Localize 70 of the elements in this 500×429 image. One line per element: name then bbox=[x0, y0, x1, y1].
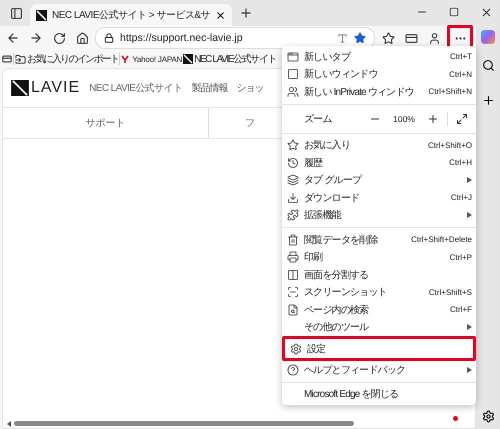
menu-item[interactable]: 新しいタブ Ctrl+T bbox=[282, 48, 476, 66]
lavie-logo[interactable]: LAVIE bbox=[11, 79, 80, 97]
layers-icon bbox=[287, 174, 299, 186]
logo-mark-icon bbox=[11, 80, 29, 96]
scroll-left-icon[interactable] bbox=[7, 420, 11, 426]
yahoo-icon bbox=[121, 54, 132, 64]
scrollbar-thumb[interactable] bbox=[14, 421, 354, 426]
new-tab-icon[interactable] bbox=[239, 6, 254, 20]
menu-item[interactable]: 履歴 Ctrl+H bbox=[282, 154, 476, 172]
zoom-value: 100% bbox=[392, 114, 416, 124]
menu-item[interactable]: 拡張機能 bbox=[282, 206, 476, 224]
site-name: NEC LAVIE公式サイト bbox=[89, 82, 182, 95]
nav-link[interactable]: ショッ bbox=[236, 81, 264, 95]
refresh-icon[interactable] bbox=[52, 32, 66, 44]
history-icon bbox=[287, 156, 299, 169]
back-icon[interactable] bbox=[6, 31, 20, 45]
bookmark-item[interactable]: Yahoo! JAPAN bbox=[121, 54, 182, 64]
menu-item[interactable]: スクリーンショット Ctrl+Shift+S bbox=[282, 284, 476, 301]
profile-icon[interactable] bbox=[428, 32, 440, 44]
folder-icon bbox=[15, 54, 26, 64]
help-icon bbox=[287, 364, 299, 376]
screenshot-icon bbox=[287, 286, 299, 298]
fullscreen-icon[interactable] bbox=[456, 112, 468, 124]
window-icon bbox=[287, 50, 299, 63]
download-icon bbox=[287, 192, 299, 204]
address-bar[interactable]: https://support.nec-lavie.jp bbox=[95, 27, 375, 49]
nav-link[interactable]: 製品情報 bbox=[191, 81, 228, 95]
lock-icon bbox=[104, 33, 114, 43]
forward-icon[interactable] bbox=[29, 31, 43, 45]
star-icon bbox=[287, 139, 299, 152]
puzzle-icon bbox=[287, 209, 299, 222]
trash-icon bbox=[287, 234, 299, 246]
zoom-label: ズーム bbox=[304, 112, 332, 126]
menu-item[interactable]: その他のツール bbox=[282, 318, 476, 336]
favorite-star-icon[interactable] bbox=[354, 32, 366, 44]
menu-item[interactable]: 閲覧データを削除 Ctrl+Shift+Delete bbox=[282, 231, 476, 248]
menu-item[interactable]: お気に入り Ctrl+Shift+O bbox=[282, 136, 476, 154]
menu-item[interactable]: タブ グループ bbox=[282, 172, 476, 189]
settings-icon[interactable] bbox=[482, 410, 494, 423]
search-icon[interactable] bbox=[482, 59, 494, 72]
printer-icon bbox=[287, 251, 299, 264]
settings-icon bbox=[290, 342, 302, 354]
site-logo-icon bbox=[36, 10, 47, 20]
menu-item[interactable]: 画面を分割する bbox=[282, 266, 476, 284]
subnav-link[interactable]: フ bbox=[209, 108, 255, 138]
menu-item[interactable]: 新しい InPrivate ウィンドウ Ctrl+Shift+N bbox=[282, 83, 476, 100]
menu-item[interactable]: 設定 bbox=[282, 336, 476, 361]
menu-item[interactable]: 新しいウィンドウ Ctrl+N bbox=[282, 66, 476, 83]
page-search-icon bbox=[287, 304, 299, 316]
window-icon bbox=[287, 68, 299, 80]
menu-item[interactable]: Microsoft Edge を閉じる bbox=[282, 386, 476, 403]
split-screen-icon bbox=[287, 268, 299, 281]
favorites-icon[interactable] bbox=[382, 32, 394, 44]
menu-item[interactable]: 印刷 Ctrl+P bbox=[282, 248, 476, 266]
browser-tab[interactable]: NEC LAVIE公式サイト > サービス&サ bbox=[30, 4, 232, 26]
bookmark-item[interactable]: お気に入りのインポート bbox=[15, 52, 118, 66]
site-logo-icon bbox=[183, 54, 194, 64]
close-icon[interactable] bbox=[480, 6, 492, 18]
add-icon[interactable] bbox=[482, 94, 494, 107]
notification-dot bbox=[453, 416, 458, 421]
close-icon[interactable] bbox=[215, 10, 226, 20]
menu-item[interactable]: ページ内の検索 Ctrl+F bbox=[282, 301, 476, 318]
zoom-in-icon[interactable] bbox=[427, 112, 439, 124]
home-icon[interactable] bbox=[76, 32, 88, 44]
bookmark-item[interactable]: NEC LAVIE公式サイト bbox=[183, 52, 276, 66]
people-icon bbox=[287, 86, 299, 98]
maximize-icon[interactable] bbox=[449, 7, 459, 17]
menu-item[interactable]: ヘルプとフィードバック bbox=[282, 361, 476, 378]
subnav-link[interactable]: サポート bbox=[3, 108, 209, 138]
menu-item[interactable]: ダウンロード Ctrl+J bbox=[282, 189, 476, 206]
